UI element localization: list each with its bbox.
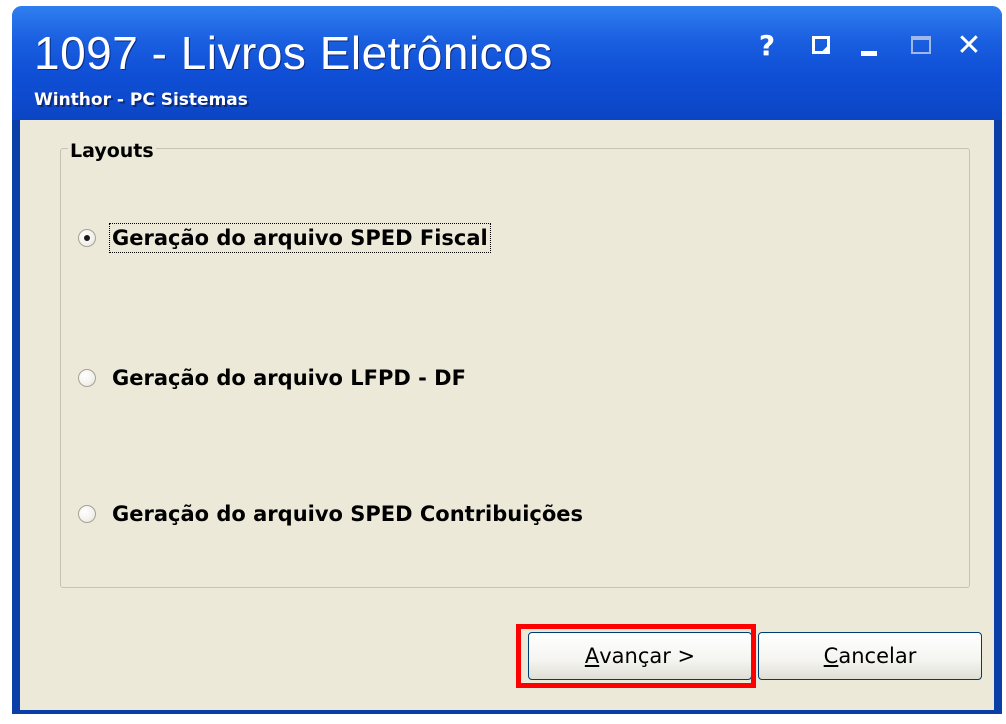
close-icon: ✕	[956, 27, 982, 63]
highlight-box	[516, 624, 756, 688]
radio-unselected-icon[interactable]	[78, 369, 96, 387]
minimize-icon	[861, 50, 877, 56]
cancel-button[interactable]: Cancelar	[758, 632, 982, 680]
radio-unselected-icon[interactable]	[78, 505, 96, 523]
window-subtitle: Winthor - PC Sistemas	[34, 90, 248, 110]
radio-option-lfpd-df[interactable]: Geração do arquivo LFPD - DF	[78, 364, 468, 392]
layouts-group-label: Layouts	[68, 140, 156, 162]
radio-label-sped-contribuicoes[interactable]: Geração do arquivo SPED Contribuições	[110, 500, 585, 528]
maximize-icon	[911, 36, 931, 54]
help-button[interactable]: ?	[750, 28, 784, 62]
radio-option-sped-contribuicoes[interactable]: Geração do arquivo SPED Contribuições	[78, 500, 585, 528]
cancel-button-label: ancelar	[838, 644, 917, 668]
dialog-client-area: Layouts Geração do arquivo SPED Fiscal G…	[20, 120, 994, 710]
minimize-button[interactable]	[852, 28, 886, 62]
window-title: 1097 - Livros Eletrônicos	[34, 27, 553, 79]
application-window: 1097 - Livros Eletrônicos Winthor - PC S…	[12, 6, 1002, 714]
help-icon: ?	[758, 28, 776, 62]
edit-button[interactable]	[804, 28, 838, 62]
radio-option-sped-fiscal[interactable]: Geração do arquivo SPED Fiscal	[78, 223, 491, 253]
radio-label-lfpd-df[interactable]: Geração do arquivo LFPD - DF	[110, 364, 468, 392]
cancel-button-mnemonic: C	[823, 644, 839, 668]
close-button[interactable]: ✕	[952, 27, 986, 63]
radio-label-sped-fiscal[interactable]: Geração do arquivo SPED Fiscal	[109, 223, 491, 253]
maximize-button[interactable]	[904, 28, 938, 62]
radio-selected-icon[interactable]	[78, 229, 96, 247]
edit-icon	[812, 36, 830, 54]
title-bar[interactable]: 1097 - Livros Eletrônicos Winthor - PC S…	[12, 6, 1002, 120]
